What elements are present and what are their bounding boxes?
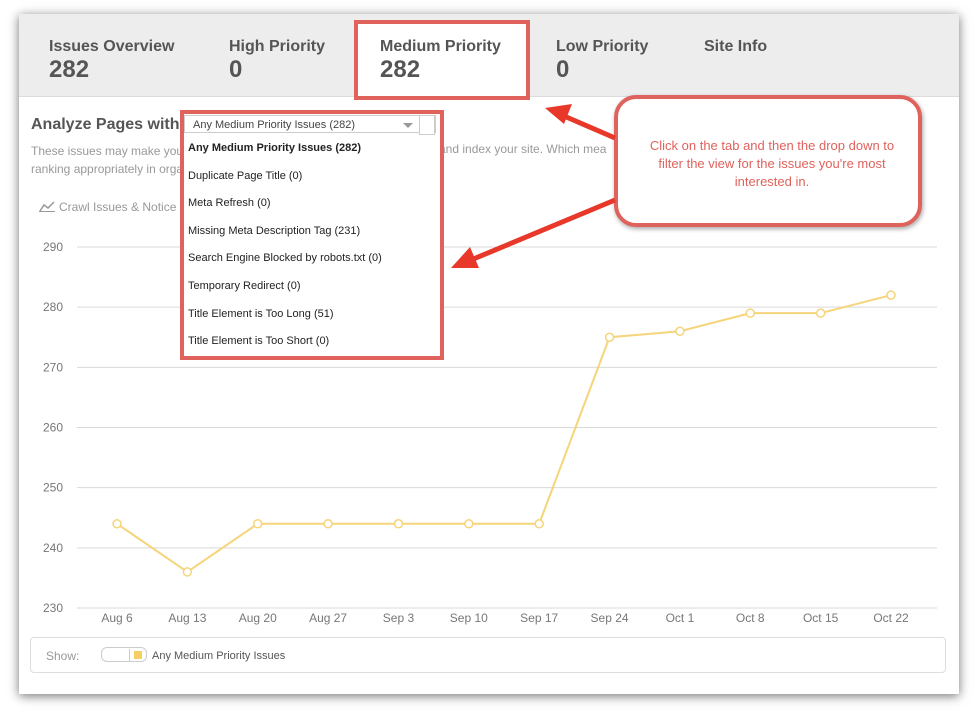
y-tick-label: 250 <box>43 481 63 495</box>
series-toggle[interactable] <box>101 647 147 662</box>
x-tick-label: Oct 8 <box>736 611 765 625</box>
x-tick-label: Sep 17 <box>520 611 558 625</box>
series-color-swatch <box>134 651 142 659</box>
y-tick-label: 240 <box>43 541 63 555</box>
y-tick-label: 260 <box>43 421 63 435</box>
y-tick-label: 270 <box>43 360 63 374</box>
legend-show-label: Show: <box>46 649 80 663</box>
arrow-to-dropdown <box>451 197 616 268</box>
x-tick-label: Oct 1 <box>666 611 695 625</box>
legend-series-label: Any Medium Priority Issues <box>152 650 286 662</box>
data-point <box>112 519 122 529</box>
data-point <box>393 519 404 529</box>
x-tick-label: Aug 13 <box>168 611 206 625</box>
y-tick-label: 230 <box>43 601 63 615</box>
legend-bar: Show: Any Medium Priority Issues <box>30 637 946 673</box>
annotation-arrows <box>451 104 616 268</box>
data-point <box>534 519 544 529</box>
x-tick-label: Oct 22 <box>873 611 909 625</box>
x-tick-label: Sep 10 <box>450 611 488 625</box>
data-point <box>604 332 615 342</box>
data-point <box>252 519 263 529</box>
x-tick-label: Aug 27 <box>309 611 347 625</box>
data-point <box>675 326 685 336</box>
x-tick-label: Aug 6 <box>101 611 133 625</box>
data-point <box>182 567 193 577</box>
x-tick-layer: Aug 6 Aug 13 Aug 20 Aug 27 Sep 3 Sep 10 Sep 17… <box>101 611 909 625</box>
x-tick-label: Sep 3 <box>383 611 415 625</box>
toggle-separator <box>129 649 130 661</box>
data-point <box>464 519 474 529</box>
data-point <box>323 519 333 529</box>
arrow-to-tab <box>545 104 616 141</box>
app-window: Issues Overview 282 High Priority 0 Medi… <box>19 14 959 694</box>
x-tick-label: Oct 15 <box>803 611 839 625</box>
x-tick-label: Sep 24 <box>591 611 629 625</box>
x-tick-label: Aug 20 <box>239 611 277 625</box>
